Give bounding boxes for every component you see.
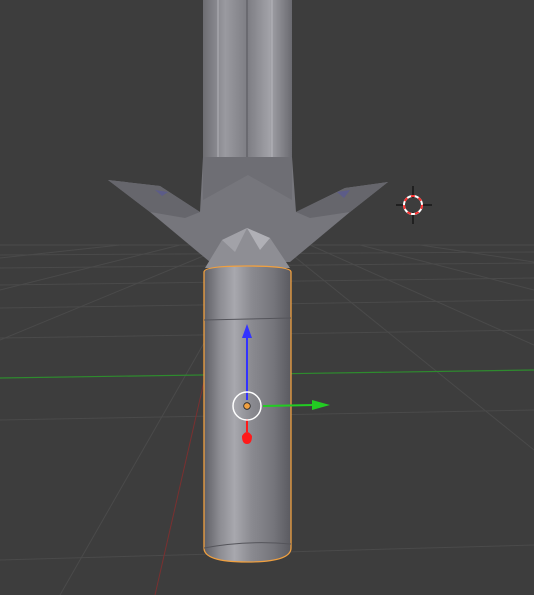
- handle-cylinder[interactable]: [203, 265, 292, 563]
- viewport-canvas[interactable]: [0, 0, 534, 595]
- 3d-viewport[interactable]: [0, 0, 534, 595]
- 3d-cursor-icon[interactable]: [396, 186, 432, 224]
- gizmo-x-arrow[interactable]: [312, 400, 330, 410]
- sword-blade[interactable]: [203, 0, 292, 168]
- pivot-point-icon: [243, 402, 251, 410]
- gizmo-x-axis[interactable]: [262, 404, 315, 407]
